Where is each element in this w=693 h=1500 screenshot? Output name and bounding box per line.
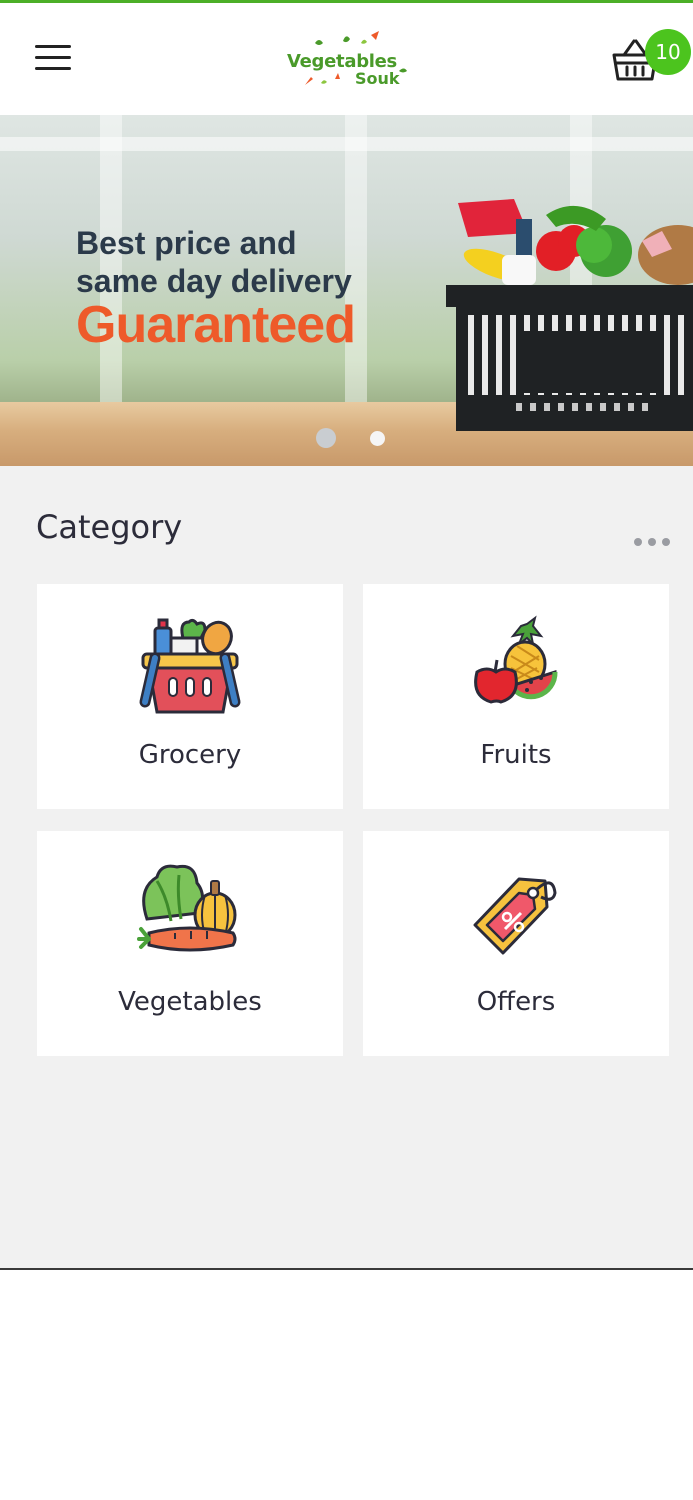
grocery-basket-icon <box>139 618 241 714</box>
more-dots-icon <box>634 538 642 546</box>
more-options-button[interactable] <box>630 532 672 550</box>
fruits-icon <box>474 615 558 704</box>
bottom-blank-area <box>0 1270 693 1500</box>
category-label: Fruits <box>480 740 552 770</box>
hamburger-icon <box>35 45 71 48</box>
category-label: Vegetables <box>118 987 262 1017</box>
menu-button[interactable] <box>30 38 76 78</box>
category-label: Offers <box>476 987 556 1017</box>
carousel-indicator <box>316 426 406 448</box>
carousel-dot-2[interactable] <box>370 431 385 446</box>
category-card-vegetables[interactable]: Vegetables <box>37 831 343 1056</box>
category-card-offers[interactable]: Offers <box>363 831 669 1056</box>
carousel-dot-1[interactable] <box>316 428 336 448</box>
category-label: Grocery <box>138 740 242 770</box>
category-section: Category Grocery Fruits Vegetables Offer… <box>0 466 693 1269</box>
cart-count-badge: 10 <box>645 29 691 75</box>
category-card-grocery[interactable]: Grocery <box>37 584 343 809</box>
vegetables-icon <box>137 864 237 952</box>
app-header: Vegetables Souk 10 <box>0 3 693 115</box>
offer-tag-icon <box>473 877 557 955</box>
brand-logo[interactable]: Vegetables Souk <box>283 31 415 93</box>
banner-headline: Best price and same day delivery <box>76 225 352 299</box>
logo-text-line2: Souk <box>355 69 400 88</box>
category-card-fruits[interactable]: Fruits <box>363 584 669 809</box>
category-heading: Category <box>36 508 183 546</box>
banner-highlight: Guaranteed <box>76 296 356 354</box>
grocery-basket-image <box>446 199 693 431</box>
promo-banner[interactable]: Best price and same day delivery Guarant… <box>0 115 693 466</box>
